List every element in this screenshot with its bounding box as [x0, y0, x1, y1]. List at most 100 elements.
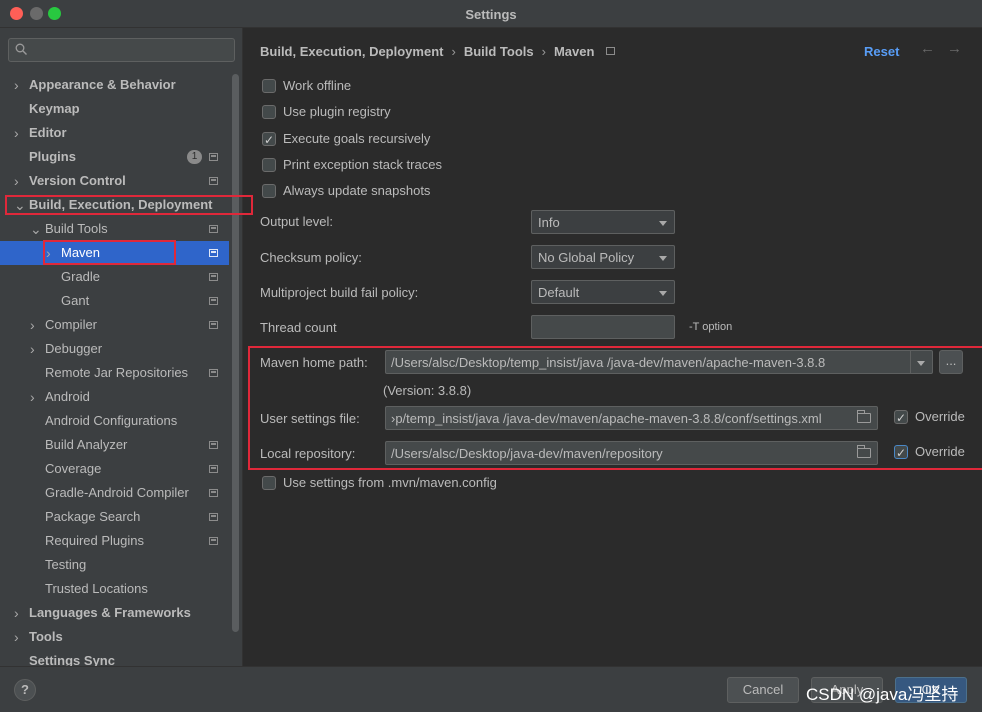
sidebar-item-label: Package Search	[45, 509, 141, 524]
sidebar-item-label: Build, Execution, Deployment	[29, 197, 213, 212]
chevron-right-icon[interactable]: ›	[46, 241, 51, 265]
folder-icon[interactable]	[857, 445, 871, 458]
multiproject-fail-policy-dropdown[interactable]: Default	[531, 280, 675, 304]
sidebar-item-coverage[interactable]: Coverage	[0, 457, 229, 481]
chevron-right-icon[interactable]: ›	[30, 313, 35, 337]
watermark-text: CSDN @java冯坚持	[806, 685, 959, 704]
browse-maven-home-button[interactable]: ...	[939, 350, 963, 374]
sidebar-item-appearance-behavior[interactable]: › Appearance & Behavior	[0, 73, 229, 97]
chevron-down-icon	[659, 221, 667, 226]
search-input[interactable]	[8, 38, 235, 62]
sidebar-item-languages-frameworks[interactable]: › Languages & Frameworks	[0, 601, 229, 625]
sidebar-item-android[interactable]: › Android	[0, 385, 229, 409]
use-mvn-config-label: Use settings from .mvn/maven.config	[283, 475, 497, 490]
sidebar-item-label: Android	[45, 389, 90, 404]
use-mvn-config-checkbox[interactable]	[262, 476, 276, 490]
chevron-down-icon[interactable]: ⌄	[14, 193, 26, 217]
local-repository-input[interactable]: /Users/alsc/Desktop/java-dev/maven/repos…	[385, 441, 878, 465]
update-count-badge: 1	[187, 150, 202, 164]
sidebar-item-tools[interactable]: › Tools	[0, 625, 229, 649]
chevron-right-icon[interactable]: ›	[30, 337, 35, 361]
chevron-down-icon[interactable]: ⌄	[30, 217, 42, 241]
print-exception-stack-traces-label: Print exception stack traces	[283, 157, 442, 172]
breadcrumb-maven: Maven	[553, 44, 595, 59]
chevron-right-icon[interactable]: ›	[14, 625, 19, 649]
sidebar-item-label: Keymap	[29, 101, 80, 116]
user-settings-override-checkbox[interactable]	[894, 408, 908, 428]
maven-home-path-dropdown[interactable]: /Users/alsc/Desktop/temp_insist/java /ja…	[385, 350, 933, 374]
thread-count-label: Thread count	[260, 320, 337, 335]
sidebar-item-version-control[interactable]: › Version Control	[0, 169, 229, 193]
checksum-policy-value: No Global Policy	[538, 250, 635, 265]
project-scope-icon	[209, 369, 218, 377]
sidebar-item-trusted-locations[interactable]: Trusted Locations	[0, 577, 229, 601]
sidebar-item-build-tools[interactable]: ⌄ Build Tools	[0, 217, 229, 241]
chevron-down-icon	[659, 291, 667, 296]
chevron-right-icon[interactable]: ›	[30, 385, 35, 409]
chevron-right-icon[interactable]: ›	[14, 73, 19, 97]
project-scope-icon	[209, 249, 218, 257]
sidebar-item-label: Languages & Frameworks	[29, 605, 191, 620]
forward-arrow-icon[interactable]: →	[947, 40, 962, 57]
thread-count-input[interactable]	[531, 315, 675, 339]
chevron-right-icon[interactable]: ›	[14, 601, 19, 625]
maven-settings-panel: Build, Execution, Deployment › Build Tools…	[244, 28, 982, 666]
breadcrumb-build-tools[interactable]: Build Tools	[464, 44, 534, 59]
sidebar-item-label: Gradle	[61, 269, 101, 284]
sidebar-item-package-search[interactable]: Package Search	[0, 505, 229, 529]
project-scope-icon	[209, 489, 218, 497]
sidebar-item-plugins[interactable]: Plugins 1	[0, 145, 229, 169]
sidebar-item-testing[interactable]: Testing	[0, 553, 229, 577]
sidebar-item-label: Build Analyzer	[45, 437, 128, 452]
execute-goals-recursively-checkbox[interactable]	[262, 130, 276, 150]
sidebar-item-compiler[interactable]: › Compiler	[0, 313, 229, 337]
print-exception-stack-traces-checkbox[interactable]	[262, 158, 276, 172]
chevron-right-icon[interactable]: ›	[14, 169, 19, 193]
sidebar-item-required-plugins[interactable]: Required Plugins	[0, 529, 229, 553]
project-scope-icon	[209, 321, 218, 329]
sidebar-item-keymap[interactable]: Keymap	[0, 97, 229, 121]
always-update-snapshots-checkbox[interactable]	[262, 184, 276, 198]
sidebar-item-maven[interactable]: › Maven	[0, 241, 229, 265]
sidebar-item-label: Remote Jar Repositories	[45, 365, 189, 380]
sidebar-item-build-execution-deployment[interactable]: ⌄ Build, Execution, Deployment	[0, 193, 229, 217]
sidebar-item-build-analyzer[interactable]: Build Analyzer	[0, 433, 229, 457]
execute-goals-recursively-label: Execute goals recursively	[283, 131, 431, 146]
maven-version-text: (Version: 3.8.8)	[383, 383, 472, 398]
cancel-button[interactable]: Cancel	[727, 677, 799, 703]
sidebar-item-gradle-android-compiler[interactable]: Gradle-Android Compiler	[0, 481, 229, 505]
sidebar-item-label: Testing	[45, 557, 87, 572]
user-settings-override-label: Override	[915, 409, 965, 424]
folder-icon[interactable]	[857, 410, 871, 423]
work-offline-checkbox[interactable]	[262, 79, 276, 93]
sidebar-item-android-configurations[interactable]: Android Configurations	[0, 409, 229, 433]
sidebar-item-settings-sync[interactable]: Settings Sync	[0, 649, 229, 666]
sidebar-item-label: Trusted Locations	[45, 581, 148, 596]
chevron-down-icon	[659, 256, 667, 261]
sidebar-item-label: Compiler	[45, 317, 98, 332]
back-arrow-icon[interactable]: ←	[920, 40, 935, 57]
sidebar-item-label: Version Control	[29, 173, 126, 188]
sidebar-item-gradle[interactable]: Gradle	[0, 265, 229, 289]
project-scope-icon	[209, 537, 218, 545]
sidebar-item-debugger[interactable]: › Debugger	[0, 337, 229, 361]
local-repository-override-checkbox[interactable]	[894, 443, 908, 463]
sidebar-item-remote-jar-repositories[interactable]: Remote Jar Repositories	[0, 361, 229, 385]
sidebar-item-label: Gant	[61, 293, 90, 308]
help-button[interactable]: ?	[14, 679, 36, 701]
sidebar-scrollbar[interactable]	[232, 74, 239, 632]
user-settings-file-input[interactable]: ›p/temp_insist/java /java-dev/maven/apac…	[385, 406, 878, 430]
sidebar-item-editor[interactable]: › Editor	[0, 121, 229, 145]
local-repository-label: Local repository:	[260, 446, 356, 461]
chevron-right-icon[interactable]: ›	[14, 121, 19, 145]
work-offline-label: Work offline	[283, 78, 352, 93]
multiproject-fail-policy-label: Multiproject build fail policy:	[260, 285, 419, 300]
sidebar-item-label: Gradle-Android Compiler	[45, 485, 189, 500]
output-level-dropdown[interactable]: Info	[531, 210, 675, 234]
use-plugin-registry-checkbox[interactable]	[262, 105, 276, 119]
project-scope-icon	[209, 441, 218, 449]
reset-link[interactable]: Reset	[864, 44, 899, 59]
breadcrumb-build-execution-deployment[interactable]: Build, Execution, Deployment	[260, 44, 443, 59]
checksum-policy-dropdown[interactable]: No Global Policy	[531, 245, 675, 269]
sidebar-item-gant[interactable]: Gant	[0, 289, 229, 313]
